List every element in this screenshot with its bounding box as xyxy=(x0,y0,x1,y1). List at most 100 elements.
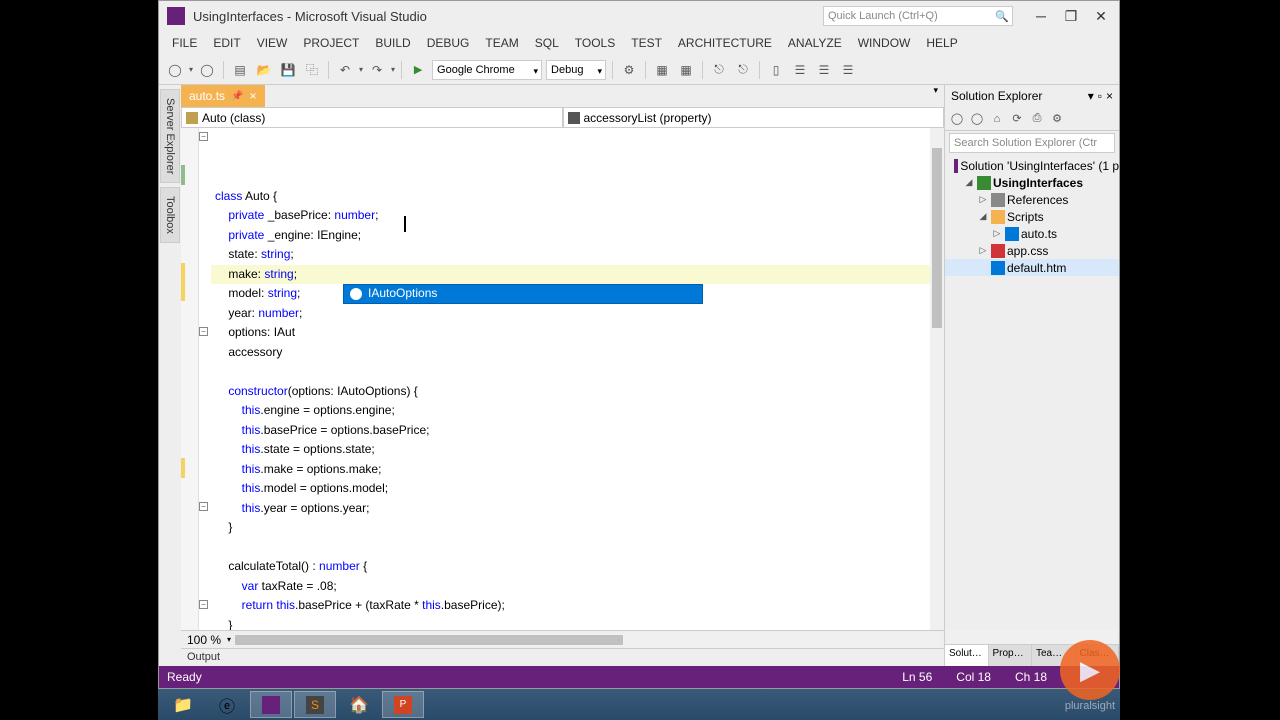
tool-icon-8[interactable]: ☰ xyxy=(814,60,834,80)
tool-icon-1[interactable]: ⚙ xyxy=(619,60,639,80)
open-file-icon[interactable]: 📂 xyxy=(254,60,274,80)
tool-icon-9[interactable]: ☰ xyxy=(838,60,858,80)
tree-item[interactable]: ◢Scripts xyxy=(945,208,1119,225)
tool-icon-4[interactable]: ⎋ xyxy=(709,60,729,80)
file-tab-auto-ts[interactable]: auto.ts 📌 × xyxy=(181,85,265,107)
close-button[interactable]: ✕ xyxy=(1091,8,1111,25)
panel-pin-icon[interactable]: ▫ xyxy=(1098,89,1102,103)
tool-icon-5[interactable]: ⎋ xyxy=(733,60,753,80)
toolbox-tab[interactable]: Toolbox xyxy=(160,187,180,243)
solution-explorer: Solution Explorer ▾ ▫ × ◯ ◯ ⌂ ⟳ ⎙ ⚙ Sear… xyxy=(944,85,1119,666)
tree-item[interactable]: ◢UsingInterfaces xyxy=(945,174,1119,191)
status-ch: Ch 18 xyxy=(1015,670,1047,684)
save-all-icon[interactable]: ⿻ xyxy=(302,60,322,80)
fold-icon[interactable]: − xyxy=(199,600,208,609)
toggle-icon[interactable]: ⎙ xyxy=(1029,111,1045,127)
interface-icon xyxy=(350,288,362,300)
tool-tab[interactable]: Solut… xyxy=(945,645,989,666)
menu-help[interactable]: HELP xyxy=(919,34,964,52)
menu-file[interactable]: FILE xyxy=(165,34,204,52)
tool-icon-6[interactable]: ▯ xyxy=(766,60,786,80)
zoom-combo[interactable]: 100 % xyxy=(181,633,227,647)
fold-icon[interactable]: − xyxy=(199,327,208,336)
property-icon xyxy=(568,112,580,124)
menu-edit[interactable]: EDIT xyxy=(206,34,247,52)
sync-icon[interactable]: ⟳ xyxy=(1009,111,1025,127)
panel-title: Solution Explorer xyxy=(951,89,1042,103)
menu-debug[interactable]: DEBUG xyxy=(420,34,477,52)
status-col: Col 18 xyxy=(956,670,991,684)
toolbar: ◯ ▾ ◯ ▤ 📂 💾 ⿻ ↶▾ ↷▾ ▶ Google Chrome Debu… xyxy=(159,55,1119,85)
menu-test[interactable]: TEST xyxy=(624,34,669,52)
type-nav-combo[interactable]: Auto (class) xyxy=(181,107,563,127)
tree-item[interactable]: ▷References xyxy=(945,191,1119,208)
class-icon xyxy=(186,112,198,124)
menu-tools[interactable]: TOOLS xyxy=(568,34,622,52)
new-project-icon[interactable]: ▤ xyxy=(230,60,250,80)
restore-button[interactable]: ❐ xyxy=(1061,8,1081,25)
start-button[interactable]: ▶ xyxy=(408,60,428,80)
titlebar: UsingInterfaces - Microsoft Visual Studi… xyxy=(159,1,1119,31)
tab-overflow-icon[interactable]: ▾ xyxy=(927,85,944,107)
code-editor[interactable]: − − − − class Auto { private _basePrice:… xyxy=(181,128,944,630)
menu-window[interactable]: WINDOW xyxy=(851,34,918,52)
member-nav-combo[interactable]: accessoryList (property) xyxy=(563,107,945,127)
search-solution-input[interactable]: Search Solution Explorer (Ctr xyxy=(949,133,1115,153)
file-tab-label: auto.ts xyxy=(189,89,225,103)
panel-menu-icon[interactable]: ▾ xyxy=(1088,89,1094,103)
intellisense-popup[interactable]: IAutoOptions xyxy=(343,284,703,304)
back-icon[interactable]: ◯ xyxy=(969,111,985,127)
menu-project[interactable]: PROJECT xyxy=(296,34,366,52)
server-explorer-tab[interactable]: Server Explorer xyxy=(160,89,180,183)
home-icon[interactable]: ◯ xyxy=(949,111,965,127)
tool-tab[interactable]: Prop… xyxy=(989,645,1033,666)
fold-icon[interactable]: − xyxy=(199,132,208,141)
nav-back-icon[interactable]: ◯ xyxy=(165,60,185,80)
run-target-combo[interactable]: Google Chrome xyxy=(432,60,542,80)
config-combo[interactable]: Debug xyxy=(546,60,606,80)
left-tab-well: Server Explorer Toolbox xyxy=(159,85,181,666)
vs-window: UsingInterfaces - Microsoft Visual Studi… xyxy=(158,0,1120,689)
menu-view[interactable]: VIEW xyxy=(250,34,295,52)
tool-icon-2[interactable]: ▦ xyxy=(652,60,672,80)
solution-tree[interactable]: Solution 'UsingInterfaces' (1 p◢UsingInt… xyxy=(945,155,1119,630)
menu-sql[interactable]: SQL xyxy=(528,34,566,52)
task-ie-icon[interactable]: ⓔ xyxy=(206,691,248,718)
task-home-icon[interactable]: 🏠 xyxy=(338,691,380,718)
tool-icon-3[interactable]: ▦ xyxy=(676,60,696,80)
taskbar: 📁 ⓔ S 🏠 P xyxy=(158,689,1120,720)
editor-h-scrollbar[interactable] xyxy=(235,633,940,647)
task-vs-icon[interactable] xyxy=(250,691,292,718)
task-ppt-icon[interactable]: P xyxy=(382,691,424,718)
close-tab-icon[interactable]: × xyxy=(249,89,256,103)
nav-fwd-icon[interactable]: ◯ xyxy=(197,60,217,80)
menubar: FILEEDITVIEWPROJECTBUILDDEBUGTEAMSQLTOOL… xyxy=(159,31,1119,55)
save-icon[interactable]: 💾 xyxy=(278,60,298,80)
fold-icon[interactable]: − xyxy=(199,502,208,511)
play-overlay-icon[interactable]: ▶ xyxy=(1060,640,1120,700)
redo-icon[interactable]: ↷ xyxy=(367,60,387,80)
panel-close-icon[interactable]: × xyxy=(1106,89,1113,103)
tree-item[interactable]: ▷auto.ts xyxy=(945,225,1119,242)
home2-icon[interactable]: ⌂ xyxy=(989,111,1005,127)
tree-item[interactable]: default.htm xyxy=(945,259,1119,276)
menu-architecture[interactable]: ARCHITECTURE xyxy=(671,34,779,52)
undo-icon[interactable]: ↶ xyxy=(335,60,355,80)
pin-icon[interactable]: 📌 xyxy=(231,91,243,102)
output-panel-tab[interactable]: Output xyxy=(181,648,944,666)
tool-icon-7[interactable]: ☰ xyxy=(790,60,810,80)
menu-build[interactable]: BUILD xyxy=(368,34,417,52)
task-explorer-icon[interactable]: 📁 xyxy=(162,691,204,718)
statusbar: Ready Ln 56 Col 18 Ch 18 xyxy=(159,666,1119,688)
tree-item[interactable]: Solution 'UsingInterfaces' (1 p xyxy=(945,157,1119,174)
quick-launch-input[interactable]: Quick Launch (Ctrl+Q) xyxy=(823,6,1013,26)
tree-item[interactable]: ▷app.css xyxy=(945,242,1119,259)
code-content: class Auto { private _basePrice: number;… xyxy=(215,187,944,631)
props-icon[interactable]: ⚙ xyxy=(1049,111,1065,127)
window-title: UsingInterfaces - Microsoft Visual Studi… xyxy=(193,9,815,24)
menu-team[interactable]: TEAM xyxy=(478,34,525,52)
task-sublime-icon[interactable]: S xyxy=(294,691,336,718)
menu-analyze[interactable]: ANALYZE xyxy=(781,34,849,52)
minimize-button[interactable]: ─ xyxy=(1031,8,1051,25)
document-tabs: auto.ts 📌 × ▾ xyxy=(181,85,944,107)
